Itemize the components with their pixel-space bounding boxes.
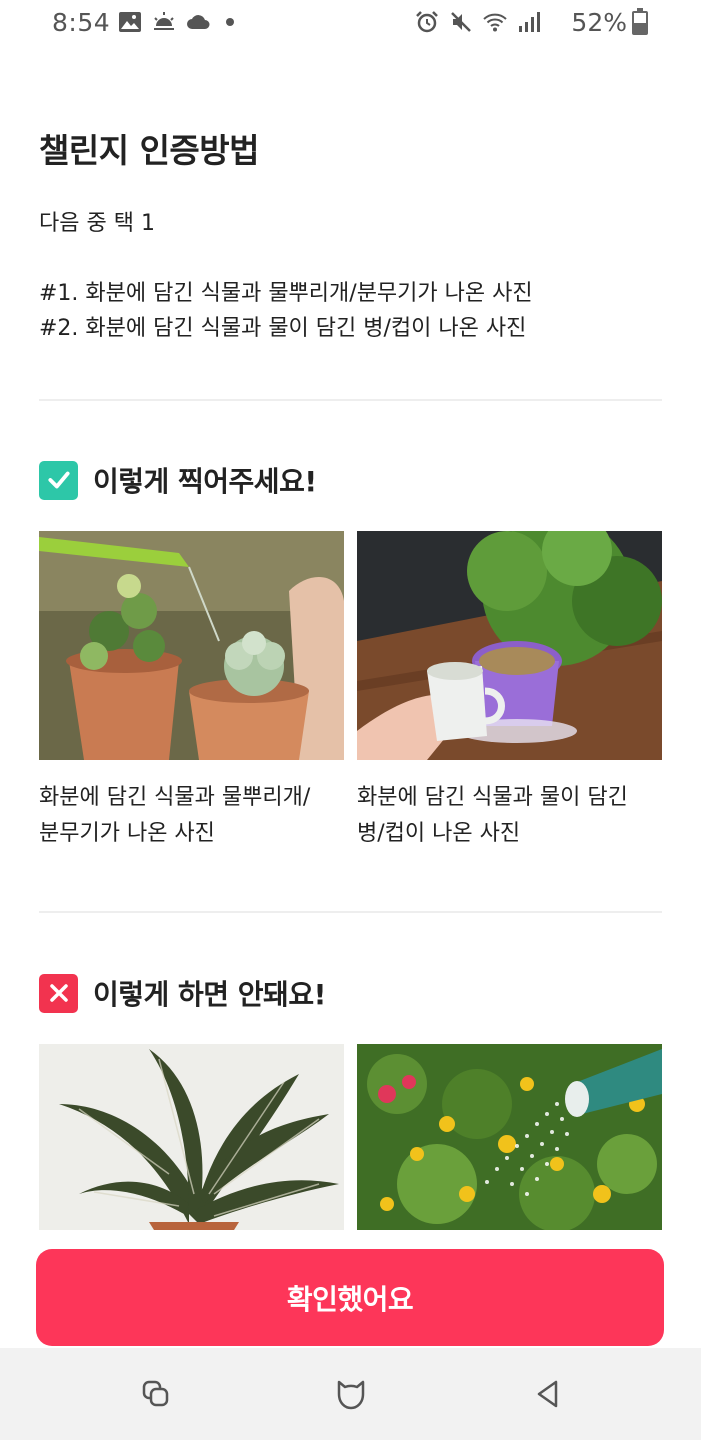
alarm-icon [416, 11, 438, 33]
bad-section-header: 이렇게 하면 안돼요! [39, 973, 326, 1013]
check-icon [39, 460, 78, 500]
status-right-icons [415, 10, 541, 34]
wifi-icon [483, 13, 507, 32]
good-section-title: 이렇게 찍어주세요! [93, 465, 317, 498]
page-title: 챌린지 인증방법 [39, 131, 260, 170]
divider [39, 911, 662, 913]
cup-water-plant-photo [357, 531, 662, 760]
x-icon [39, 973, 78, 1013]
gallery-icon [119, 12, 141, 32]
good-section-header: 이렇게 찍어주세요! [39, 460, 317, 500]
bad-section-title: 이렇게 하면 안돼요! [93, 978, 326, 1011]
page-subtitle: 다음 중 택 1 [39, 211, 155, 236]
garden-watering-photo [357, 1044, 662, 1230]
battery-icon [632, 8, 648, 35]
status-left-icons [118, 10, 234, 34]
method-1: #1. 화분에 담긴 식물과 물뿌리개/분무기가 나온 사진 [39, 281, 533, 306]
watering-can-plants-photo [39, 531, 344, 760]
good-caption-1: 화분에 담긴 식물과 물뿌리개/분무기가 나온 사진 [39, 785, 311, 846]
battery-percent: 52% [571, 8, 627, 37]
divider [39, 399, 662, 401]
confirm-button[interactable]: 확인했어요 [36, 1249, 664, 1346]
notification-dot-icon [226, 18, 234, 26]
recent-apps-icon[interactable] [138, 1376, 174, 1412]
nav-bar [0, 1348, 701, 1440]
back-icon[interactable] [530, 1376, 566, 1412]
mute-icon [451, 12, 471, 32]
weather-sun-icon [154, 12, 174, 30]
good-caption-2: 화분에 담긴 식물과 물이 담긴 병/컵이 나온 사진 [357, 785, 628, 846]
plant-only-photo [39, 1044, 344, 1230]
home-icon[interactable] [333, 1376, 369, 1412]
status-time: 8:54 [52, 8, 111, 37]
battery-fill [634, 22, 646, 33]
status-bar: 8:54 52% [0, 0, 701, 46]
method-2: #2. 화분에 담긴 식물과 물이 담긴 병/컵이 나온 사진 [39, 316, 527, 341]
signal-icon [519, 12, 540, 32]
cloud-icon [187, 15, 210, 29]
